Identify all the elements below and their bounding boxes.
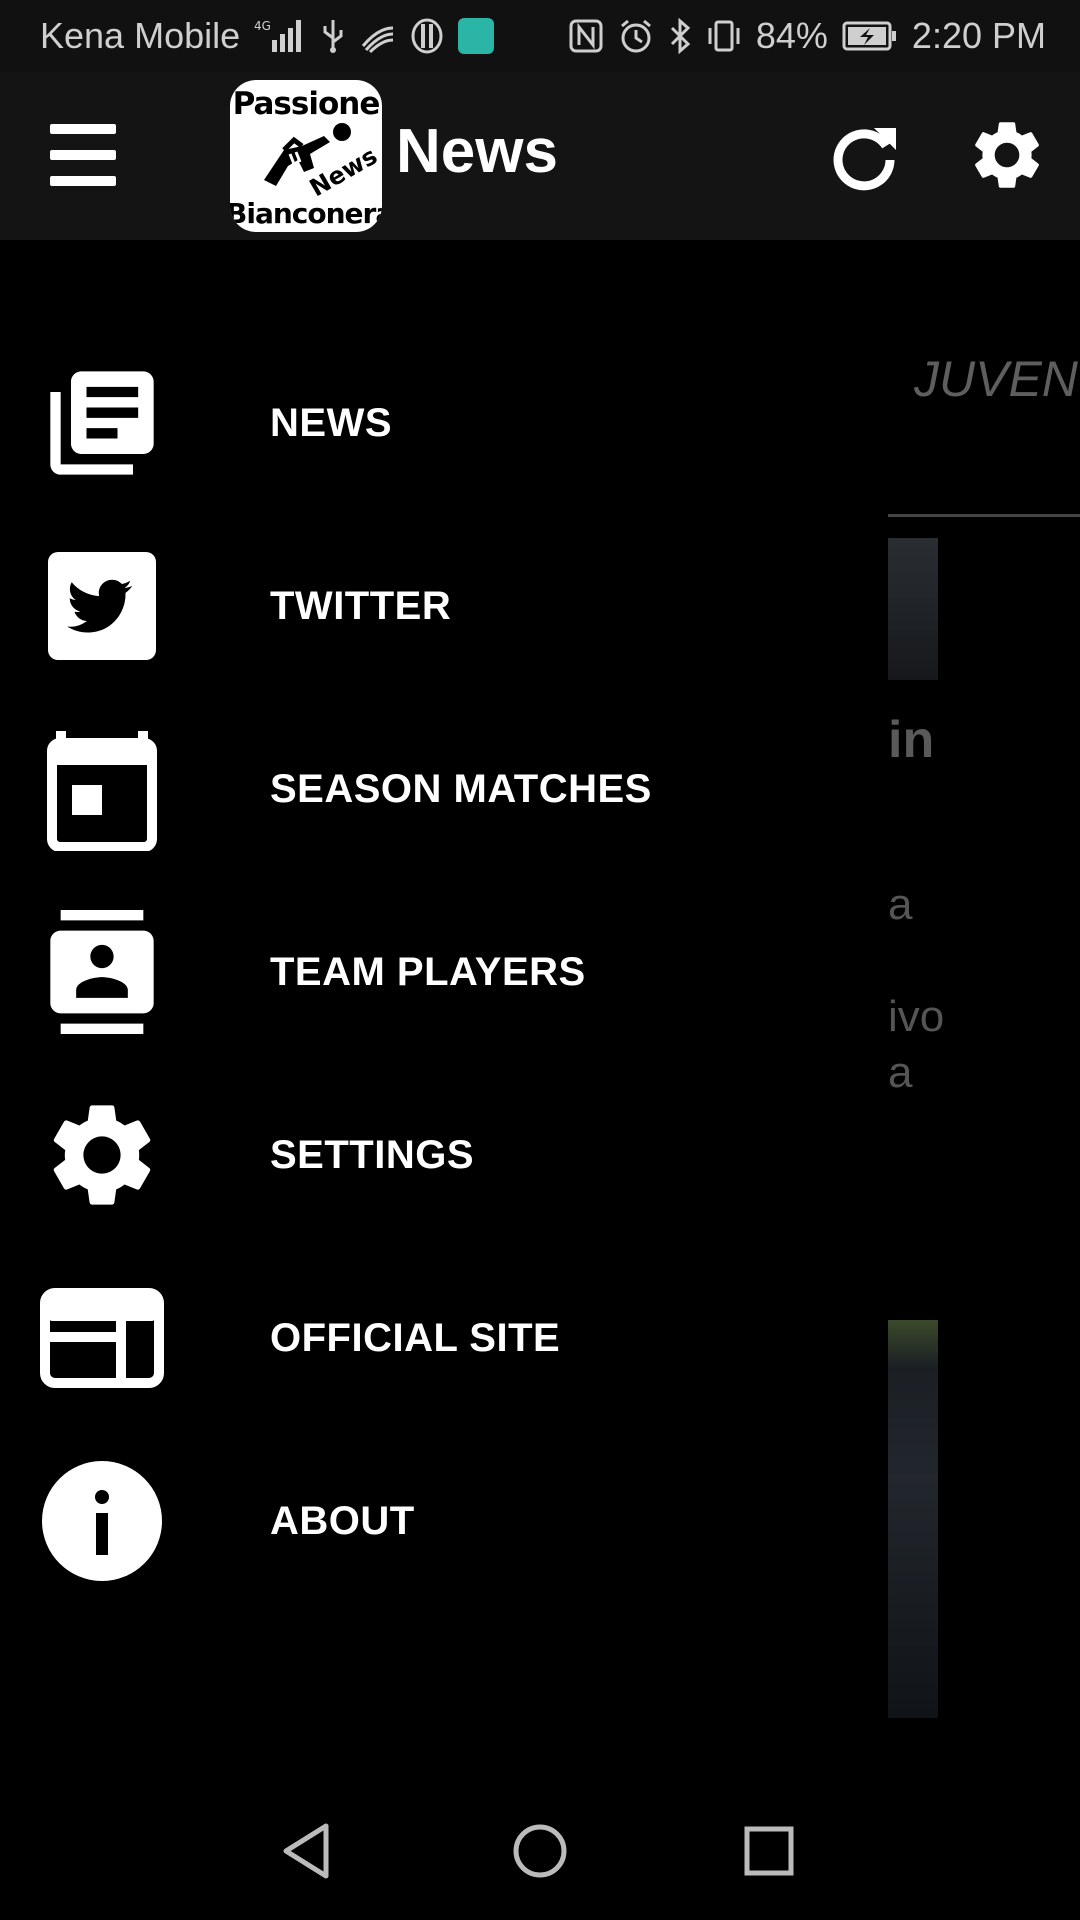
settings-button[interactable] [966, 114, 1048, 196]
drawer-item-label: TEAM PLAYERS [270, 949, 586, 994]
drawer-item-twitter[interactable]: TWITTER [0, 531, 888, 681]
tab-indicator-line [888, 514, 1080, 517]
drawer-item-label: OFFICIAL SITE [270, 1315, 561, 1360]
status-left: Kena Mobile 4G [40, 15, 495, 57]
drawer-item-news[interactable]: NEWS [0, 348, 888, 498]
drawer-item-label: TWITTER [270, 583, 452, 628]
vibrate-icon [706, 18, 742, 54]
news-image [888, 1320, 938, 1718]
drawer-item-team-players[interactable]: TEAM PLAYERS [0, 897, 888, 1047]
news-thumbnail [888, 538, 938, 680]
info-icon [40, 1459, 164, 1583]
back-triangle-icon [283, 1823, 329, 1879]
system-nav-bar [0, 1780, 1080, 1920]
signal-icon: 4G [254, 18, 306, 54]
drawer-item-settings[interactable]: SETTINGS [0, 1080, 888, 1230]
news-text-fragment: a [888, 880, 913, 929]
battery-percent: 84% [755, 15, 828, 56]
nfc-icon [568, 18, 604, 54]
clock: 2:20 PM [911, 15, 1046, 56]
home-button[interactable] [505, 1816, 575, 1886]
status-bar: Kena Mobile 4G 84% 2:20 PM [0, 0, 1080, 72]
gear-icon [40, 1093, 164, 1217]
gear-icon [975, 122, 1039, 188]
battery-icon [842, 20, 898, 52]
background-news-feed: JUVEN in a ivo a [888, 240, 1080, 1720]
home-circle-icon [513, 1824, 567, 1878]
page-title: News [396, 117, 558, 186]
drawer-item-label: SETTINGS [270, 1132, 475, 1177]
drawer-item-season-matches[interactable]: SEASON MATCHES [0, 714, 888, 864]
twitter-icon [40, 544, 164, 668]
cast-icon [360, 18, 396, 54]
logo-text-bottom: Bianconera [230, 197, 382, 230]
logo-text-top: Passione [232, 86, 381, 122]
app-logo: Passione News Bianconera [230, 80, 382, 232]
drawer-item-label: NEWS [270, 400, 392, 445]
app-bar: Passione News Bianconera News [0, 72, 1080, 240]
back-button[interactable] [274, 1816, 344, 1886]
drawer-item-about[interactable]: ABOUT [0, 1446, 888, 1596]
web-icon [40, 1276, 164, 1400]
news-text-fragment: a [888, 1048, 913, 1097]
screen: Kena Mobile 4G 84% 2:20 PM Passione News… [0, 0, 1080, 1920]
status-right: 84% 2:20 PM [568, 15, 1046, 57]
refresh-button[interactable] [828, 120, 900, 192]
menu-line [50, 150, 116, 160]
menu-line [50, 176, 116, 186]
alarm-icon [618, 18, 654, 54]
hamburger-menu-button[interactable] [50, 124, 116, 186]
refresh-icon [833, 128, 896, 191]
drawer-item-label: SEASON MATCHES [270, 766, 652, 811]
navigation-drawer: NEWS TWITTER SEASON MATCHES TEAM PLAYERS… [0, 240, 888, 1720]
drawer-item-label: ABOUT [270, 1498, 415, 1543]
carrier-name: Kena Mobile [40, 15, 241, 56]
calendar-icon [40, 727, 164, 851]
bluetooth-icon [668, 18, 692, 54]
background-tab-label: JUVEN [914, 351, 1078, 407]
usb-icon [320, 18, 346, 54]
recents-button[interactable] [734, 1816, 804, 1886]
app-notification-icon [458, 18, 495, 54]
juventus-icon [410, 18, 444, 54]
menu-line [50, 124, 116, 134]
recents-square-icon [744, 1826, 794, 1876]
newspaper-icon [40, 361, 164, 485]
contacts-icon [40, 910, 164, 1034]
news-text-fragment: ivo [888, 992, 945, 1041]
network-type: 4G [254, 19, 271, 33]
news-title-fragment: in [888, 711, 935, 769]
drawer-item-official-site[interactable]: OFFICIAL SITE [0, 1263, 888, 1413]
